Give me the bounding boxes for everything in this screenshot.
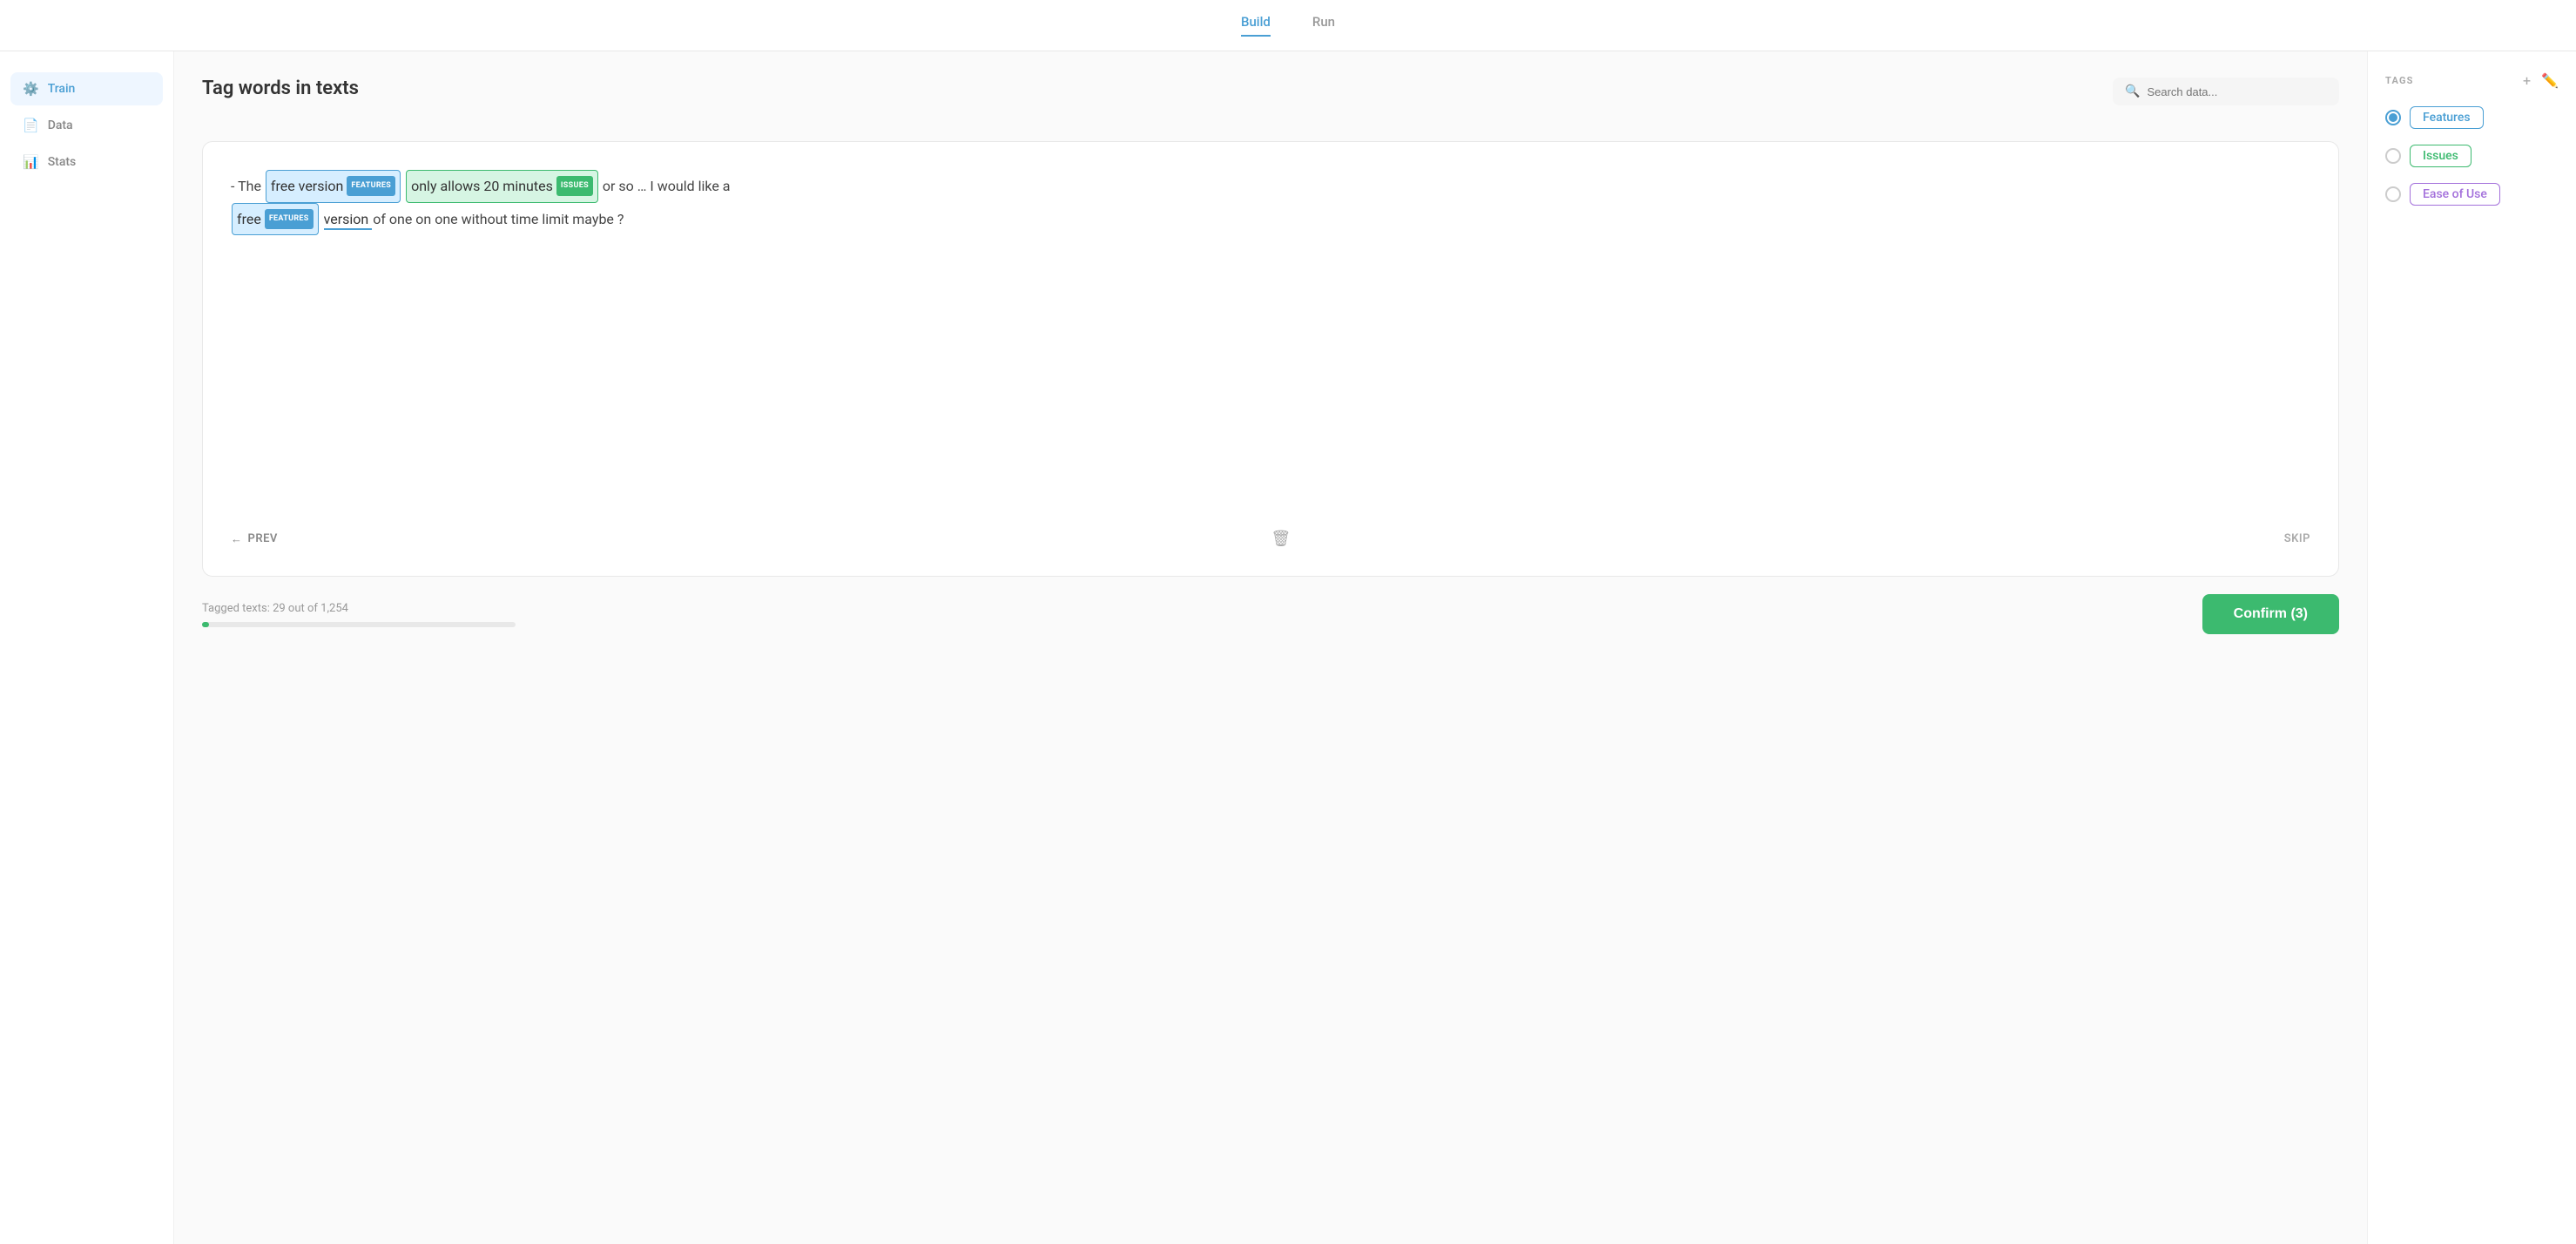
segment-free-version[interactable]: free version FEATURES — [266, 170, 401, 203]
badge-features-1: FEATURES — [347, 176, 395, 196]
progress-label: Tagged texts: 29 out of 1,254 — [202, 602, 2202, 615]
progress-bar-fill — [202, 622, 209, 627]
tag-option-ease-of-use[interactable]: Ease of Use — [2385, 183, 2559, 206]
main-top-row: Tag words in texts 🔍 — [202, 78, 2339, 120]
page-title: Tag words in texts — [202, 78, 359, 99]
segment-only-allows[interactable]: only allows 20 minutes ISSUES — [406, 170, 598, 203]
badge-issues: ISSUES — [556, 176, 593, 196]
prev-button[interactable]: ← PREV — [231, 532, 278, 546]
search-input[interactable] — [2147, 85, 2327, 98]
tab-run[interactable]: Run — [1312, 14, 1335, 37]
sidebar-item-train-label: Train — [48, 82, 76, 96]
prev-label: PREV — [248, 532, 278, 545]
segment-free[interactable]: free FEATURES — [232, 203, 319, 236]
segment-only-allows-text: only allows 20 minutes — [411, 172, 553, 201]
delete-icon[interactable]: 🗑 — [1271, 530, 1291, 548]
segment-free-text: free — [237, 205, 261, 234]
radio-features[interactable] — [2385, 110, 2401, 125]
search-icon: 🔍 — [2125, 85, 2140, 98]
sidebar-item-stats[interactable]: 📊 Stats — [10, 145, 163, 179]
document-icon: 📄 — [23, 118, 39, 133]
badge-features-2: FEATURES — [265, 209, 314, 229]
tags-title: TAGS — [2385, 75, 2414, 86]
tags-actions: + ✏️ — [2523, 72, 2559, 89]
main-content: Tag words in texts 🔍 - The free version … — [174, 51, 2367, 1244]
prev-arrow-icon: ← — [231, 532, 243, 546]
gear-icon: ⚙️ — [23, 81, 39, 97]
bottom-section: Tagged texts: 29 out of 1,254 Confirm (3… — [202, 594, 2339, 634]
skip-button[interactable]: SKIP — [2284, 532, 2310, 545]
card-text-area: - The free version FEATURES only allows … — [231, 170, 2310, 512]
radio-ease-of-use[interactable] — [2385, 186, 2401, 202]
tag-chip-issues[interactable]: Issues — [2410, 145, 2471, 167]
tags-panel: TAGS + ✏️ Features Issues Ease of Use — [2367, 51, 2576, 1244]
text-prefix: - The — [231, 178, 265, 194]
text-mid1: or so … I would like a — [603, 178, 731, 194]
add-tag-icon[interactable]: + — [2523, 72, 2531, 89]
chart-icon: 📊 — [23, 154, 39, 170]
sidebar-item-stats-label: Stats — [48, 155, 77, 169]
app-layout: ⚙️ Train 📄 Data 📊 Stats Tag words in tex… — [0, 51, 2576, 1244]
radio-features-inner — [2389, 113, 2397, 122]
card-footer: ← PREV 🗑 SKIP — [231, 512, 2310, 548]
tags-header: TAGS + ✏️ — [2385, 72, 2559, 89]
tag-chip-ease-of-use[interactable]: Ease of Use — [2410, 183, 2500, 206]
segment-version-text: version — [324, 211, 369, 227]
tab-build[interactable]: Build — [1241, 14, 1271, 37]
confirm-button[interactable]: Confirm (3) — [2202, 594, 2339, 634]
progress-bar-container — [202, 622, 516, 627]
sidebar: ⚙️ Train 📄 Data 📊 Stats — [0, 51, 174, 1244]
radio-issues[interactable] — [2385, 148, 2401, 164]
tag-option-issues[interactable]: Issues — [2385, 145, 2559, 167]
top-nav: Build Run — [0, 0, 2576, 51]
segment-version[interactable]: version — [324, 211, 373, 230]
tag-option-features[interactable]: Features — [2385, 106, 2559, 129]
segment-free-version-text: free version — [271, 172, 343, 201]
tag-chip-features[interactable]: Features — [2410, 106, 2484, 129]
progress-section: Tagged texts: 29 out of 1,254 — [202, 602, 2202, 627]
edit-tag-icon[interactable]: ✏️ — [2541, 72, 2559, 89]
sidebar-item-data-label: Data — [48, 118, 73, 132]
text-suffix: of one on one without time limit maybe ? — [373, 211, 624, 227]
sidebar-item-data[interactable]: 📄 Data — [10, 109, 163, 142]
search-bar[interactable]: 🔍 — [2113, 78, 2339, 105]
annotation-card: - The free version FEATURES only allows … — [202, 141, 2339, 577]
sidebar-item-train[interactable]: ⚙️ Train — [10, 72, 163, 105]
